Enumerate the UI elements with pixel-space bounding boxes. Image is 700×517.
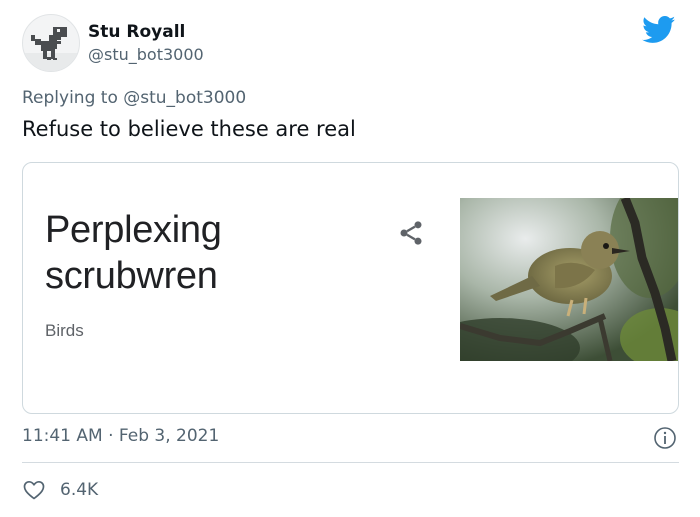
card-title: Perplexing scrubwren xyxy=(45,207,222,299)
replying-to: Replying to @stu_bot3000 xyxy=(22,88,246,108)
heart-icon xyxy=(23,480,45,500)
tweet-time: 11:41 AM xyxy=(22,426,103,446)
timestamp-separator: · xyxy=(108,426,114,446)
card-title-line-1: Perplexing xyxy=(45,209,222,251)
pixel-dinosaur-icon xyxy=(23,27,79,71)
author-display-name[interactable]: Stu Royall xyxy=(88,22,185,42)
bird-photo[interactable] xyxy=(460,198,678,361)
twitter-bird-icon[interactable] xyxy=(642,16,676,44)
card-category: Birds xyxy=(45,321,84,340)
like-button[interactable]: 6.4K xyxy=(22,478,98,502)
info-icon[interactable] xyxy=(653,426,677,450)
tweet-timestamp[interactable]: 11:41 AM · Feb 3, 2021 xyxy=(22,426,219,446)
tweet-text: Refuse to believe these are real xyxy=(22,117,356,141)
divider xyxy=(22,462,679,463)
share-icon[interactable] xyxy=(397,219,425,247)
card-title-line-2: scrubwren xyxy=(45,255,218,297)
author-handle[interactable]: @stu_bot3000 xyxy=(88,45,204,64)
embedded-card[interactable]: Perplexing scrubwren Birds xyxy=(22,162,679,414)
tweet-date: Feb 3, 2021 xyxy=(118,426,220,446)
replying-to-prefix: Replying to xyxy=(22,88,118,108)
like-count: 6.4K xyxy=(60,480,99,500)
reply-mention-link[interactable]: @stu_bot3000 xyxy=(123,88,246,108)
avatar[interactable] xyxy=(22,14,80,72)
